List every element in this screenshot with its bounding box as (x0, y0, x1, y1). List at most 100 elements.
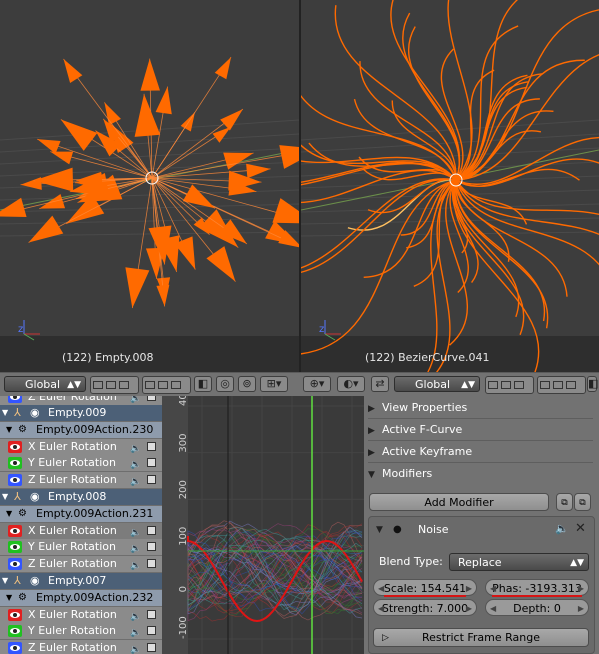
channel-list[interactable]: Z Euler Rotation 🔈 ▼ ⅄ ◉ Empty.009 ▼ ⚙ Empty.009… (0, 396, 162, 654)
channel-fcurve-row[interactable]: Z Euler Rotation 🔈 (0, 472, 162, 489)
panel-modifiers[interactable]: ▼ Modifiers (368, 464, 593, 484)
render-icon[interactable]: ◧ (587, 376, 598, 392)
increment-arrow-icon[interactable]: ▶ (578, 600, 584, 617)
collapse-triangle-icon[interactable]: ▼ (6, 590, 12, 606)
eye-visibility-icon[interactable]: ◉ (30, 405, 40, 421)
lock-icon[interactable] (147, 458, 156, 468)
speaker-mute-icon[interactable]: 🔈 (130, 642, 141, 654)
eye-visibility-icon[interactable] (8, 396, 22, 403)
speaker-mute-icon[interactable]: 🔈 (130, 541, 141, 554)
channel-object-row[interactable]: ▼ ⅄ ◉ Empty.009 (0, 405, 162, 421)
channel-object-row[interactable]: ▼ ⅄ ◉ Empty.007 (0, 573, 162, 589)
speaker-mute-icon[interactable]: 🔈 (130, 525, 141, 538)
eye-visibility-icon[interactable] (8, 457, 22, 470)
collapse-triangle-icon[interactable]: ▼ (2, 573, 8, 589)
decrement-arrow-icon[interactable]: ◀ (378, 580, 384, 597)
eye-visibility-icon[interactable]: ◉ (30, 573, 40, 589)
collapse-triangle-icon[interactable]: ▼ (2, 405, 8, 421)
eye-visibility-icon[interactable] (8, 642, 22, 654)
speaker-mute-icon[interactable]: 🔈 (130, 625, 141, 638)
speaker-mute-icon[interactable]: 🔈 (130, 558, 141, 571)
channel-fcurve-row[interactable]: X Euler Rotation 🔈 (0, 522, 162, 539)
panel-active-fcurve[interactable]: ▶ Active F-Curve (368, 420, 593, 441)
viewport-right[interactable]: z (122) BezierCurve.041 (301, 0, 599, 372)
remove-modifier-icon[interactable]: ✕ (575, 521, 586, 536)
lock-icon[interactable] (147, 525, 156, 535)
lock-icon[interactable] (147, 441, 156, 451)
layer-buttons-1[interactable] (90, 376, 139, 394)
paste-modifiers-icon[interactable]: ⧉ (574, 493, 591, 511)
increment-arrow-icon[interactable]: ▶ (578, 580, 584, 597)
lock-icon[interactable] (147, 542, 156, 552)
channel-object-row[interactable]: ▼ ⅄ ◉ Empty.008 (0, 489, 162, 505)
layer-buttons-2[interactable] (142, 376, 191, 394)
lock-icon[interactable] (147, 626, 156, 636)
eye-visibility-icon[interactable] (8, 440, 22, 453)
lock-icon[interactable] (147, 609, 156, 619)
channel-fcurve-row[interactable]: Z Euler Rotation 🔈 (0, 640, 162, 654)
eye-visibility-icon[interactable] (8, 625, 22, 638)
proportional-edit-icon[interactable]: ◎ (216, 376, 234, 392)
decrement-arrow-icon[interactable]: ◀ (490, 600, 496, 617)
speaker-mute-icon[interactable]: 🔈 (130, 441, 141, 454)
collapse-triangle-icon[interactable]: ▼ (6, 422, 12, 438)
lock-icon[interactable] (147, 475, 156, 485)
channel-fcurve-row[interactable]: X Euler Rotation 🔈 (0, 438, 162, 455)
collapse-triangle-icon[interactable]: ▼ (376, 525, 383, 535)
copy-modifiers-icon[interactable]: ⧉ (556, 493, 573, 511)
select-arrow-icon: ▲▼ (461, 380, 475, 390)
viewport-left[interactable]: z (122) Empty.008 (0, 0, 299, 372)
viewport-shading-icon[interactable]: ◐▾ (337, 376, 365, 392)
lock-icon[interactable] (147, 559, 156, 569)
eye-visibility-icon[interactable] (8, 608, 22, 621)
speaker-mute-icon[interactable]: 🔈 (130, 396, 141, 404)
speaker-icon[interactable]: 🔈 (555, 522, 569, 535)
render-icon[interactable]: ◧ (194, 376, 212, 392)
speaker-mute-icon[interactable]: 🔈 (130, 457, 141, 470)
panel-active-keyframe[interactable]: ▶ Active Keyframe (368, 442, 593, 463)
manipulator-icon[interactable]: ⇄ (371, 376, 389, 392)
pivot-point-icon[interactable]: ⊕▾ (303, 376, 331, 392)
channel-fcurve-row[interactable]: X Euler Rotation 🔈 (0, 606, 162, 623)
mute-toggle-icon[interactable]: ● (393, 524, 402, 535)
channel-action-row[interactable]: ▼ ⚙ Empty.009Action.232 (0, 589, 162, 606)
collapse-triangle-icon[interactable]: ▼ (6, 506, 12, 522)
y-tick-label: -100 (178, 616, 189, 639)
layer-buttons-3[interactable] (485, 376, 534, 394)
transform-orientation-select-left[interactable]: Global ▲▼ (4, 376, 86, 392)
add-modifier-button[interactable]: Add Modifier (369, 493, 549, 511)
snap-element-icon[interactable]: ⊞▾ (260, 376, 288, 392)
channel-fcurve-row[interactable]: Z Euler Rotation 🔈 (0, 556, 162, 573)
increment-arrow-icon[interactable]: ▶ (466, 600, 472, 617)
graph-editor[interactable]: 4003002001000-100-200 (162, 396, 364, 654)
channel-fcurve-row[interactable]: Y Euler Rotation 🔈 (0, 539, 162, 556)
eye-visibility-icon[interactable]: ◉ (30, 489, 40, 505)
depth-field[interactable]: ◀ Depth: 0 ▶ (485, 599, 589, 616)
lock-icon[interactable] (147, 643, 156, 653)
decrement-arrow-icon[interactable]: ◀ (490, 580, 496, 597)
channel-action-row[interactable]: ▼ ⚙ Empty.009Action.231 (0, 505, 162, 522)
decrement-arrow-icon[interactable]: ◀ (378, 600, 384, 617)
panel-view-properties[interactable]: ▶ View Properties (368, 398, 593, 419)
channel-fcurve-row[interactable]: Z Euler Rotation 🔈 (0, 396, 162, 405)
restrict-frame-range-button[interactable]: ▷ Restrict Frame Range (373, 628, 589, 647)
eye-visibility-icon[interactable] (8, 541, 22, 554)
strength-field[interactable]: ◀ Strength: 7.000 ▶ (373, 599, 477, 616)
scale-field[interactable]: ◀ Scale: 154.541 ▶ (373, 579, 477, 597)
channel-fcurve-row[interactable]: Y Euler Rotation 🔈 (0, 455, 162, 472)
transform-orientation-select-right[interactable]: Global ▲▼ (394, 376, 480, 392)
blend-type-select[interactable]: Replace ▲▼ (449, 553, 589, 571)
speaker-mute-icon[interactable]: 🔈 (130, 474, 141, 487)
eye-visibility-icon[interactable] (8, 474, 22, 487)
eye-visibility-icon[interactable] (8, 558, 22, 571)
channel-action-row[interactable]: ▼ ⚙ Empty.009Action.230 (0, 421, 162, 438)
eye-visibility-icon[interactable] (8, 524, 22, 537)
phase-field[interactable]: ◀ Phas: -3193.313 ▶ (485, 579, 589, 597)
lock-icon[interactable] (147, 396, 156, 401)
channel-fcurve-row[interactable]: Y Euler Rotation 🔈 (0, 623, 162, 640)
layer-buttons-4[interactable] (537, 376, 586, 394)
speaker-mute-icon[interactable]: 🔈 (130, 609, 141, 622)
increment-arrow-icon[interactable]: ▶ (466, 580, 472, 597)
collapse-triangle-icon[interactable]: ▼ (2, 489, 8, 505)
snap-icon[interactable]: ⊚ (238, 376, 256, 392)
